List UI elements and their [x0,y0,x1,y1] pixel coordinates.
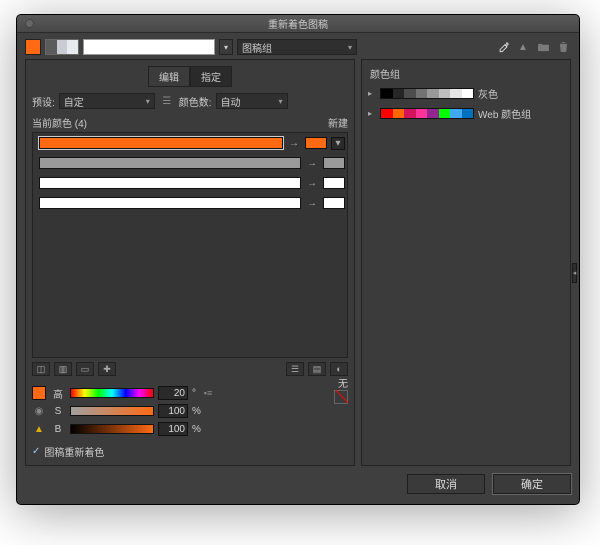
harmony-swatch[interactable] [45,39,79,55]
color-group-row[interactable]: ▸ 灰色 [368,85,564,101]
left-panel: 编辑 指定 预设: 自定▾ ☰ 颜色数: 自动▾ 当前颜色 (4) 新建 [25,59,355,466]
group-swatch-strip[interactable] [380,88,474,99]
folder-icon[interactable] [535,39,551,55]
current-colors-label: 当前颜色 (4) [32,115,87,130]
tab-assign[interactable]: 指定 [190,66,232,87]
trash-icon[interactable] [555,39,571,55]
bri-label: B [50,424,66,435]
color-row[interactable]: → [39,155,345,171]
close-window-dot[interactable] [25,19,34,28]
color-mapping-box: →▾→→→ [32,132,348,358]
current-color-bar[interactable] [39,197,301,209]
hsb-swatch[interactable] [32,386,46,400]
hue-label: 高 [50,386,66,401]
map-arrow-icon[interactable]: → [305,198,319,209]
warn-icon: ▲ [32,421,46,437]
color-groups-panel: ◂ 颜色组 ▸灰色▸Web 颜色组 [361,59,571,466]
hue-field[interactable] [158,386,188,400]
current-color-bar[interactable] [39,177,301,189]
color-range-bar[interactable] [83,39,215,55]
color-row[interactable]: → [39,175,345,191]
preset-dropdown[interactable]: 自定▾ [59,93,155,109]
sat-field[interactable] [158,404,188,418]
none-label: 无 [338,379,348,390]
map-arrow-icon[interactable]: → [287,138,301,149]
new-color-chip[interactable] [323,197,345,209]
new-color-chip[interactable] [305,137,327,149]
color-groups-title: 颜色组 [370,66,564,81]
color-group-row[interactable]: ▸ Web 颜色组 [368,105,564,121]
disclosure-icon[interactable]: ▸ [368,109,376,118]
artwork-group-label: 图稿组 [242,40,272,55]
ok-button[interactable]: 确定 [493,474,571,494]
sat-slider[interactable] [70,406,154,416]
current-color-bar[interactable] [39,157,301,169]
recolor-artwork-checkbox[interactable]: ✓图稿重新着色 [32,444,348,459]
titlebar: 重新着色图稿 [17,15,579,33]
hsb-controls: 高 ° ▪≡ 无 ◉ S [32,384,348,438]
link-s-icon[interactable]: ◉ [32,403,46,419]
preset-label: 预设: [32,94,55,109]
bri-slider[interactable] [70,424,154,434]
top-strip: ▾ 图稿组▾ ▲ [25,39,571,55]
new-row-icon[interactable]: ✚ [98,362,116,376]
map-arrow-icon[interactable]: → [305,158,319,169]
colors-count-dropdown[interactable]: 自动▾ [216,93,288,109]
separate-icon[interactable]: ▥ [54,362,72,376]
artwork-group-dropdown[interactable]: 图稿组▾ [237,39,357,55]
active-color-swatch[interactable] [25,39,41,55]
color-row[interactable]: →▾ [39,135,345,151]
new-color-chip[interactable] [323,177,345,189]
random-order-icon[interactable]: ▤ [308,362,326,376]
recolor-artwork-dialog: 重新着色图稿 ▾ 图稿组▾ ▲ [16,14,580,505]
window-title: 重新着色图稿 [268,16,328,31]
preset-options-icon[interactable]: ☰ [159,93,175,109]
new-colors-label: 新建 [328,115,348,130]
group-swatch-strip[interactable] [380,108,474,119]
current-color-bar[interactable] [39,137,283,149]
map-arrow-icon[interactable]: → [305,178,319,189]
new-color-chip[interactable] [323,157,345,169]
bri-field[interactable] [158,422,188,436]
colors-count-label: 颜色数: [179,94,212,109]
color-row[interactable]: → [39,195,345,211]
cancel-button[interactable]: 取消 [407,474,485,494]
exclude-icon[interactable]: ▭ [76,362,94,376]
group-name: 灰色 [478,86,498,101]
merge-icon[interactable]: ◫ [32,362,50,376]
hue-options-icon[interactable]: ▪≡ [200,385,216,401]
hue-slider[interactable] [70,388,154,398]
eyedropper-icon[interactable] [495,39,511,55]
range-menu-button[interactable]: ▾ [219,39,233,55]
sat-label: S [50,406,66,417]
find-in-wheel-icon[interactable]: ◐ [330,362,348,376]
panel-collapse-handle[interactable]: ◂ [572,263,577,283]
tab-edit[interactable]: 编辑 [148,66,190,87]
save-group-icon[interactable]: ▲ [515,39,531,55]
random-sat-icon[interactable]: ☰ [286,362,304,376]
disclosure-icon[interactable]: ▸ [368,89,376,98]
group-name: Web 颜色组 [478,106,531,121]
row-menu-icon[interactable]: ▾ [331,137,345,150]
